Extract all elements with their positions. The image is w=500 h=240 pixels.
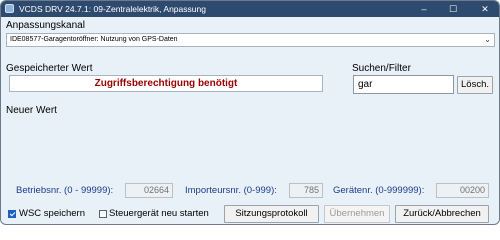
workshop-number-field[interactable]: 02664 — [125, 183, 173, 198]
clear-search-button[interactable]: Lösch. — [457, 76, 493, 94]
session-log-button[interactable]: Sitzungsprotokoll — [224, 205, 319, 223]
title-bar[interactable]: VCDS DRV 24.7.1: 09-Zentralelektrik, Anp… — [1, 1, 499, 17]
adaptation-window: VCDS DRV 24.7.1: 09-Zentralelektrik, Anp… — [0, 0, 500, 225]
close-button[interactable]: ✕ — [471, 1, 499, 17]
stored-value-field: Zugriffsberechtigung benötigt — [9, 75, 323, 92]
workshop-number-label: Betriebsnr. (0 - 99999): — [16, 185, 114, 196]
window-title: VCDS DRV 24.7.1: 09-Zentralelektrik, Anp… — [19, 4, 206, 14]
channel-selected-value: IDE08577-Garagentoröffner: Nutzung von G… — [10, 36, 178, 43]
new-value-label: Neuer Wert — [6, 105, 57, 116]
importer-number-label: Importeursnr. (0-999): — [185, 185, 277, 196]
equipment-number-field[interactable]: 00200 — [436, 183, 489, 198]
vcds-app-icon — [5, 4, 14, 13]
maximize-button[interactable]: ☐ — [442, 1, 464, 17]
apply-button[interactable]: Übernehmen — [324, 205, 390, 223]
back-cancel-button[interactable]: Zurück/Abbrechen — [395, 205, 489, 223]
wsc-save-label: WSC speichern — [19, 208, 85, 219]
restart-ecu-label: Steuergerät neu starten — [109, 208, 209, 219]
importer-number-field[interactable]: 785 — [289, 183, 323, 198]
search-label: Suchen/Filter — [352, 63, 411, 74]
search-input[interactable]: gar — [353, 75, 454, 94]
stored-value-label: Gespeicherter Wert — [6, 63, 93, 74]
wsc-save-checkbox[interactable] — [8, 210, 16, 218]
minimize-button[interactable]: – — [413, 1, 435, 17]
restart-ecu-checkbox[interactable] — [99, 210, 107, 218]
chevron-down-icon[interactable]: ⌄ — [484, 34, 491, 46]
channel-label: Anpassungskanal — [6, 20, 85, 31]
channel-dropdown[interactable]: IDE08577-Garagentoröffner: Nutzung von G… — [6, 33, 495, 47]
equipment-number-label: Gerätenr. (0-999999): — [333, 185, 425, 196]
